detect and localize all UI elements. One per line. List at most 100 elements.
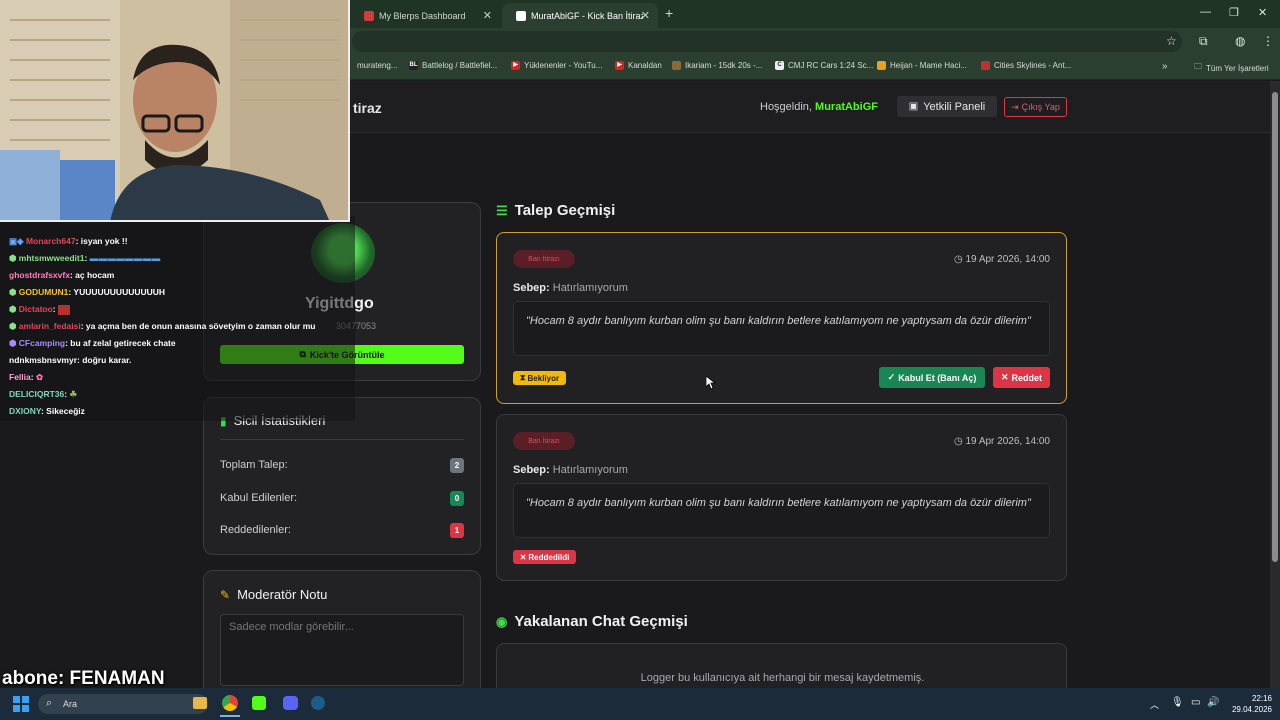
kick-app-icon[interactable] xyxy=(252,696,266,710)
tab-title: My Blerps Dashboard xyxy=(379,10,466,21)
bookmark-item[interactable]: ▶ Kanaldan xyxy=(615,61,662,70)
x-icon: ✕ xyxy=(519,552,527,562)
emote-icon xyxy=(58,304,71,315)
scrollbar-thumb[interactable] xyxy=(1272,92,1278,562)
file-explorer-icon[interactable] xyxy=(193,697,207,709)
restore-icon[interactable]: ❐ xyxy=(1229,6,1239,19)
mouse-cursor-icon xyxy=(706,376,716,390)
request-message: "Hocam 8 aydır banlıyım kurban olim şu b… xyxy=(513,301,1050,356)
subscriber-overlay-text: abone: FENAMAN xyxy=(2,668,165,689)
username: MuratAbiGF xyxy=(815,101,878,113)
heijan-icon xyxy=(877,61,886,70)
bookmark-item[interactable]: Cities Skylines - Ant... xyxy=(981,61,1071,70)
window-close-icon[interactable]: ✕ xyxy=(1258,6,1267,19)
tray-chevron-icon[interactable]: ︿ xyxy=(1150,698,1159,711)
stat-badge: 0 xyxy=(450,491,464,506)
tab-kick-ban-itiraz[interactable]: MuratAbiGF - Kick Ban İtiraz Si... ✕ xyxy=(502,3,658,28)
divider xyxy=(220,439,464,440)
chat-message: ⬢ amlarin_fedaisi: ya açma ben de onun a… xyxy=(9,321,316,331)
steam-icon[interactable] xyxy=(311,696,325,710)
chat-message: Fellia: ✿ xyxy=(9,372,44,382)
discord-icon[interactable] xyxy=(283,696,298,710)
battlelog-icon: BL xyxy=(409,61,418,70)
type-badge: Ban İtirazı xyxy=(513,250,575,268)
more-bookmarks-icon[interactable]: » xyxy=(1162,61,1168,72)
address-bar[interactable] xyxy=(352,31,1182,52)
clock-icon: ◷ xyxy=(953,254,963,265)
badge-icon: ⬢ xyxy=(9,304,17,314)
folder-icon: 🗀 xyxy=(1194,62,1202,71)
ikariam-icon xyxy=(672,61,681,70)
stat-rejected: Reddedilenler: 1 xyxy=(220,523,464,538)
stat-badge: 2 xyxy=(450,458,464,473)
search-icon: ⌕ xyxy=(46,697,53,709)
status-badge: ⧗ Bekliyor xyxy=(513,371,566,385)
chat-message: ▣◈ Monarch647: isyan yok !! xyxy=(9,236,128,246)
history-title: ☰ Talep Geçmişi xyxy=(496,202,616,219)
chat-message: ⬢ Dictatoo: xyxy=(9,304,71,315)
chat-message: DELICIQRT36: ☘ xyxy=(9,389,78,399)
new-tab-icon[interactable]: + xyxy=(665,5,673,21)
panel-icon: ▣ xyxy=(908,101,919,112)
request-date: ◷ 19 Apr 2026, 14:00 xyxy=(953,254,1050,265)
badge-icon: ⬢ xyxy=(9,287,17,297)
taskbar-clock[interactable]: 22:16 29.04.2026 xyxy=(1222,693,1272,715)
bookmark-item[interactable]: BL Battlelog / Battlefiel... xyxy=(409,61,497,70)
bookmark-item[interactable]: C CMJ RC Cars 1:24 Sc... xyxy=(775,61,873,70)
reject-button[interactable]: ✕ Reddet xyxy=(993,367,1050,388)
webcam-overlay xyxy=(0,0,350,222)
accept-button[interactable]: ✓ Kabul Et (Banı Aç) xyxy=(879,367,985,388)
all-bookmarks-folder[interactable]: 🗀 Tüm Yer İşaretleri xyxy=(1194,61,1269,75)
chat-message: ⬢ mhtsmwweedit1: ▬ ▬ ▬ ▬ ▬ ▬ ▬ ▬ xyxy=(9,253,161,263)
stat-accepted: Kabul Edilenler: 0 xyxy=(220,491,464,506)
emote-icon: ☘ xyxy=(69,389,78,399)
request-reason: Sebep: Hatırlamıyorum xyxy=(513,282,628,294)
welcome-text: Hoşgeldin, MuratAbiGF xyxy=(760,101,878,113)
emote-row: ▬ ▬ ▬ ▬ ▬ ▬ ▬ ▬ xyxy=(89,253,161,263)
request-message: "Hocam 8 aydır banlıyım kurban olim şu b… xyxy=(513,483,1050,538)
request-card: Ban İtirazı ◷ 19 Apr 2026, 14:00 Sebep: … xyxy=(496,232,1067,404)
chat-message: ⬢ GODUMUN1: YUUUUUUUUUUUUUH xyxy=(9,287,166,297)
bookmark-item[interactable]: murateng... xyxy=(357,61,397,70)
clock-icon: ◷ xyxy=(953,436,963,447)
bookmark-item[interactable]: ▶ Yüklenenler - YouTu... xyxy=(511,61,602,70)
type-badge: Ban İtirazı xyxy=(513,432,575,450)
note-icon: ✎ xyxy=(220,587,231,602)
active-app-indicator xyxy=(220,715,240,717)
stat-total: Toplam Talep: 2 xyxy=(220,458,464,473)
site-title: tiraz xyxy=(353,100,382,116)
extensions-icon[interactable]: ⧉ xyxy=(1199,34,1208,49)
mod-note-input[interactable] xyxy=(220,614,464,686)
tab-title: MuratAbiGF - Kick Ban İtiraz Si... xyxy=(531,10,643,21)
youtube-icon: ▶ xyxy=(615,61,624,70)
list-icon: ☰ xyxy=(496,202,508,218)
menu-icon[interactable]: ⋮ xyxy=(1262,34,1274,48)
star-icon[interactable]: ☆ xyxy=(1166,34,1177,48)
blerps-favicon-icon xyxy=(364,10,374,21)
chat-message: ghostdrafsxvfx: aç hocam xyxy=(9,270,115,280)
windows-start-icon[interactable] xyxy=(13,696,29,712)
badge-icon: ▣◈ xyxy=(9,236,24,246)
bookmark-item[interactable]: Heijan - Mame Haci... xyxy=(877,61,967,70)
logout-button[interactable]: ⇥ Çıkış Yap xyxy=(1004,97,1067,117)
microphone-icon[interactable]: 🎙 xyxy=(1171,697,1184,708)
close-tab-icon[interactable]: ✕ xyxy=(641,9,650,22)
admin-panel-button[interactable]: ▣ Yetkili Paneli xyxy=(897,96,997,117)
chrome-icon[interactable] xyxy=(222,695,238,711)
emote-icon: ✿ xyxy=(35,372,44,382)
minimize-icon[interactable]: — xyxy=(1200,6,1211,18)
request-date: ◷ 19 Apr 2026, 14:00 xyxy=(953,436,1050,447)
cmj-icon: C xyxy=(775,61,784,70)
network-icon[interactable]: ▭ xyxy=(1191,697,1200,708)
kick-favicon-icon xyxy=(516,10,526,21)
taskbar-search[interactable]: ⌕ Ara xyxy=(38,694,208,714)
profile-icon[interactable]: ◍ xyxy=(1235,34,1245,48)
volume-icon[interactable]: 🔊 xyxy=(1207,697,1219,708)
close-tab-icon[interactable]: ✕ xyxy=(483,9,492,22)
bookmark-item[interactable]: Ikariam - 15dk 20s -... xyxy=(672,61,762,70)
chat-history-title: ◉ Yakalanan Chat Geçmişi xyxy=(496,613,688,630)
check-icon: ✓ xyxy=(887,372,896,382)
hourglass-icon: ⧗ xyxy=(519,373,526,382)
x-icon: ✕ xyxy=(1000,372,1009,382)
tab-blerps-dashboard[interactable]: My Blerps Dashboard ✕ xyxy=(350,3,500,28)
